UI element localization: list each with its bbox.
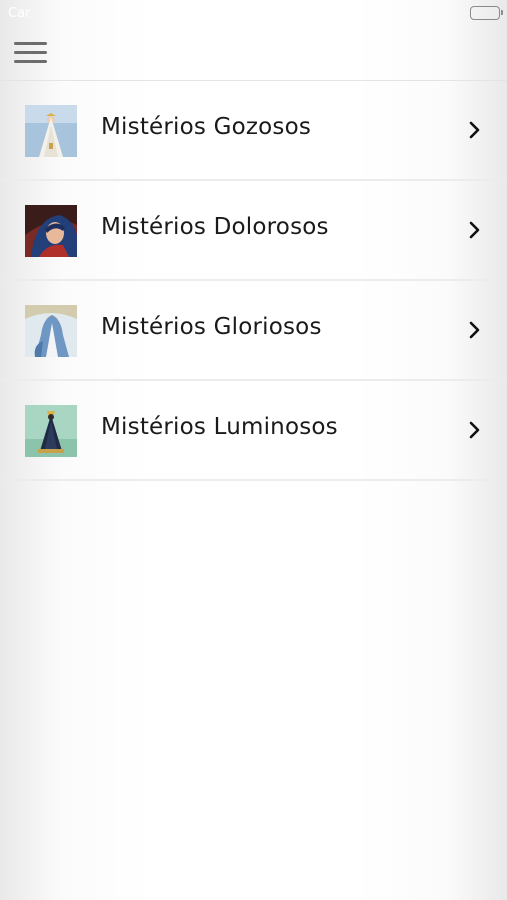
battery-icon (470, 6, 503, 20)
carrier-label: Car (8, 6, 31, 21)
row-label: Mistérios Gozosos (101, 114, 312, 140)
row-label: Mistérios Gloriosos (101, 314, 322, 340)
our-lady-of-grace-image (25, 305, 77, 357)
status-bar: Car (0, 0, 507, 28)
sorrowful-mother-image (25, 205, 77, 257)
row-label: Mistérios Luminosos (101, 414, 338, 440)
row-label: Mistérios Dolorosos (101, 214, 329, 240)
chevron-right-icon (469, 121, 480, 139)
list-item-misterios-gozosos[interactable]: Mistérios Gozosos (0, 81, 507, 181)
our-lady-aparecida-image (25, 405, 77, 457)
mysteries-list: Mistérios Gozosos Mistérios Dolorosos Mi… (0, 80, 507, 481)
list-item-misterios-dolorosos[interactable]: Mistérios Dolorosos (0, 181, 507, 281)
our-lady-of-fatima-image (25, 105, 77, 157)
chevron-right-icon (469, 221, 480, 239)
list-item-misterios-gloriosos[interactable]: Mistérios Gloriosos (0, 281, 507, 381)
chevron-right-icon (469, 421, 480, 439)
chevron-right-icon (469, 321, 480, 339)
hamburger-menu-icon[interactable] (14, 40, 48, 66)
list-item-misterios-luminosos[interactable]: Mistérios Luminosos (0, 381, 507, 481)
navigation-bar (0, 28, 507, 80)
